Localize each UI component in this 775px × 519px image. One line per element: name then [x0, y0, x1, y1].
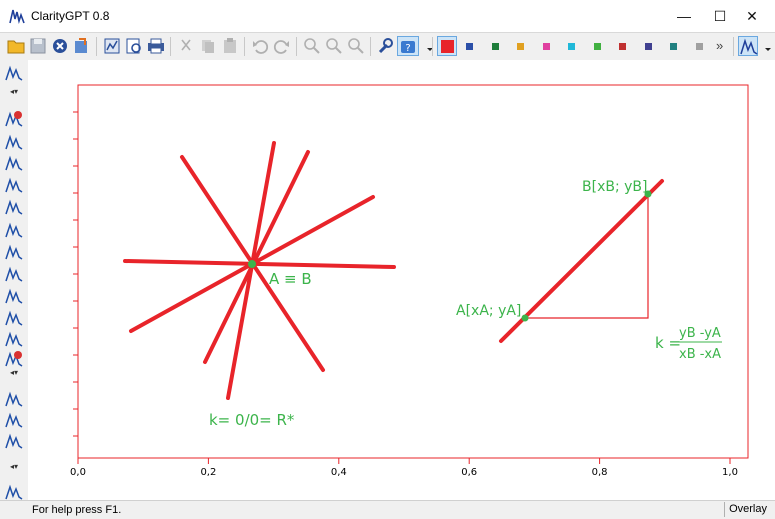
- sidebar-scroll-arrows-1[interactable]: ◂▾: [6, 87, 22, 97]
- save-icon[interactable]: [28, 36, 48, 56]
- label-a-equiv-b: A ≡ B: [269, 270, 312, 288]
- label-point-a: A[xA; yA]: [456, 303, 521, 319]
- slope-formula-denominator: xB -xA: [679, 347, 721, 362]
- function-sidebar: ◂▾ ◂▾ ◂▾: [0, 60, 28, 500]
- close-button[interactable]: ✕: [729, 0, 775, 32]
- sine-icon[interactable]: [5, 287, 23, 305]
- undo-icon[interactable]: [250, 36, 270, 56]
- skewed-peak-icon[interactable]: [5, 221, 23, 239]
- x-tick-label: 0,2: [200, 467, 216, 478]
- window-title: ClarityGPT 0.8: [31, 9, 110, 23]
- active-color-button[interactable]: [437, 36, 457, 56]
- help-dropdown-arrow-icon[interactable]: [420, 36, 433, 56]
- color-swatch-3[interactable]: [517, 43, 524, 50]
- close-document-icon[interactable]: [50, 36, 70, 56]
- zoom-in-icon[interactable]: [302, 36, 322, 56]
- sidebar-scroll-arrows-3[interactable]: ◂▾: [6, 462, 22, 472]
- color-swatch-5[interactable]: [568, 43, 575, 50]
- wrench-icon[interactable]: [375, 36, 395, 56]
- open-folder-icon[interactable]: [6, 36, 26, 56]
- dip-icon[interactable]: [5, 330, 23, 348]
- redo-icon[interactable]: [272, 36, 292, 56]
- sidebar-scroll-arrows-2[interactable]: ◂▾: [6, 368, 22, 378]
- double-peak-icon[interactable]: [5, 432, 23, 450]
- x-tick-label: 0,0: [70, 467, 86, 478]
- cut-icon[interactable]: [176, 36, 196, 56]
- valley-icon[interactable]: [5, 309, 23, 327]
- delete-peak-icon[interactable]: [5, 110, 23, 128]
- plot-canvas[interactable]: 0,0 0,2 0,4 0,6 0,8 1,0 A ≡ B k= 0/0= R* B[xB…: [28, 60, 775, 500]
- x-tick-label: 0,8: [592, 467, 608, 478]
- toolbar: ? »: [0, 33, 775, 60]
- status-mode-indicator: Overlay: [724, 502, 771, 517]
- y-axis-ticks: [73, 111, 78, 437]
- toolbar-dropdown-arrow-icon[interactable]: [758, 36, 771, 56]
- point-a: [521, 314, 529, 322]
- step-down-icon[interactable]: [5, 198, 23, 216]
- title-bar: ClarityGPT 0.8 — ☐ ✕: [0, 0, 775, 33]
- lorentzian-icon[interactable]: [5, 154, 23, 172]
- triangle-peak-icon[interactable]: [5, 243, 23, 261]
- derivative-icon[interactable]: [5, 265, 23, 283]
- zoom-out-icon[interactable]: [346, 36, 366, 56]
- color-swatch-1[interactable]: [466, 43, 473, 50]
- app-logo-icon: [9, 9, 25, 24]
- chart-export-icon[interactable]: [102, 36, 122, 56]
- plot-area[interactable]: 0,0 0,2 0,4 0,6 0,8 1,0 A ≡ B k= 0/0= R* B[xB…: [28, 60, 775, 500]
- color-swatch-2[interactable]: [491, 43, 499, 50]
- color-swatch-6[interactable]: [593, 43, 601, 50]
- label-k-undefined: k= 0/0= R*: [209, 411, 295, 429]
- step-up-icon[interactable]: [5, 176, 23, 194]
- status-help-text: For help press F1.: [32, 504, 122, 516]
- slope-formula-numerator: yB -yA: [679, 326, 721, 341]
- slope-formula-prefix: k =: [655, 334, 681, 352]
- color-swatch-9[interactable]: [670, 43, 677, 50]
- x-axis-ticks: 0,0 0,2 0,4 0,6 0,8 1,0: [70, 458, 738, 478]
- triangle-icon[interactable]: [5, 390, 23, 408]
- zoom-all-icon[interactable]: [324, 36, 344, 56]
- copy-icon[interactable]: [198, 36, 218, 56]
- color-swatch-8[interactable]: [644, 43, 652, 50]
- peak-fit-bottom-icon[interactable]: [5, 483, 23, 501]
- color-swatch-10[interactable]: [695, 43, 703, 50]
- peak-mode-icon[interactable]: [738, 36, 758, 56]
- x-tick-label: 1,0: [722, 467, 738, 478]
- status-bar: For help press F1. Overlay: [0, 500, 775, 519]
- more-tools-button[interactable]: »: [716, 36, 730, 56]
- color-swatch-7[interactable]: [619, 43, 626, 50]
- peak-fit-icon[interactable]: [5, 64, 23, 82]
- gaussian-icon[interactable]: [5, 133, 23, 151]
- x-tick-label: 0,6: [461, 467, 477, 478]
- label-point-b: B[xB; yB]: [582, 179, 647, 195]
- svg-text:?: ?: [405, 43, 410, 54]
- remove-function-icon[interactable]: [5, 350, 23, 368]
- paste-icon[interactable]: [220, 36, 240, 56]
- point-a-equals-b: [248, 260, 256, 268]
- import-icon[interactable]: [71, 36, 91, 56]
- print-icon[interactable]: [146, 36, 166, 56]
- x-tick-label: 0,4: [331, 467, 347, 478]
- triangle-outline-icon[interactable]: [5, 411, 23, 429]
- print-preview-icon[interactable]: [124, 36, 144, 56]
- help-icon[interactable]: ?: [397, 36, 419, 56]
- color-swatch-4[interactable]: [542, 43, 550, 50]
